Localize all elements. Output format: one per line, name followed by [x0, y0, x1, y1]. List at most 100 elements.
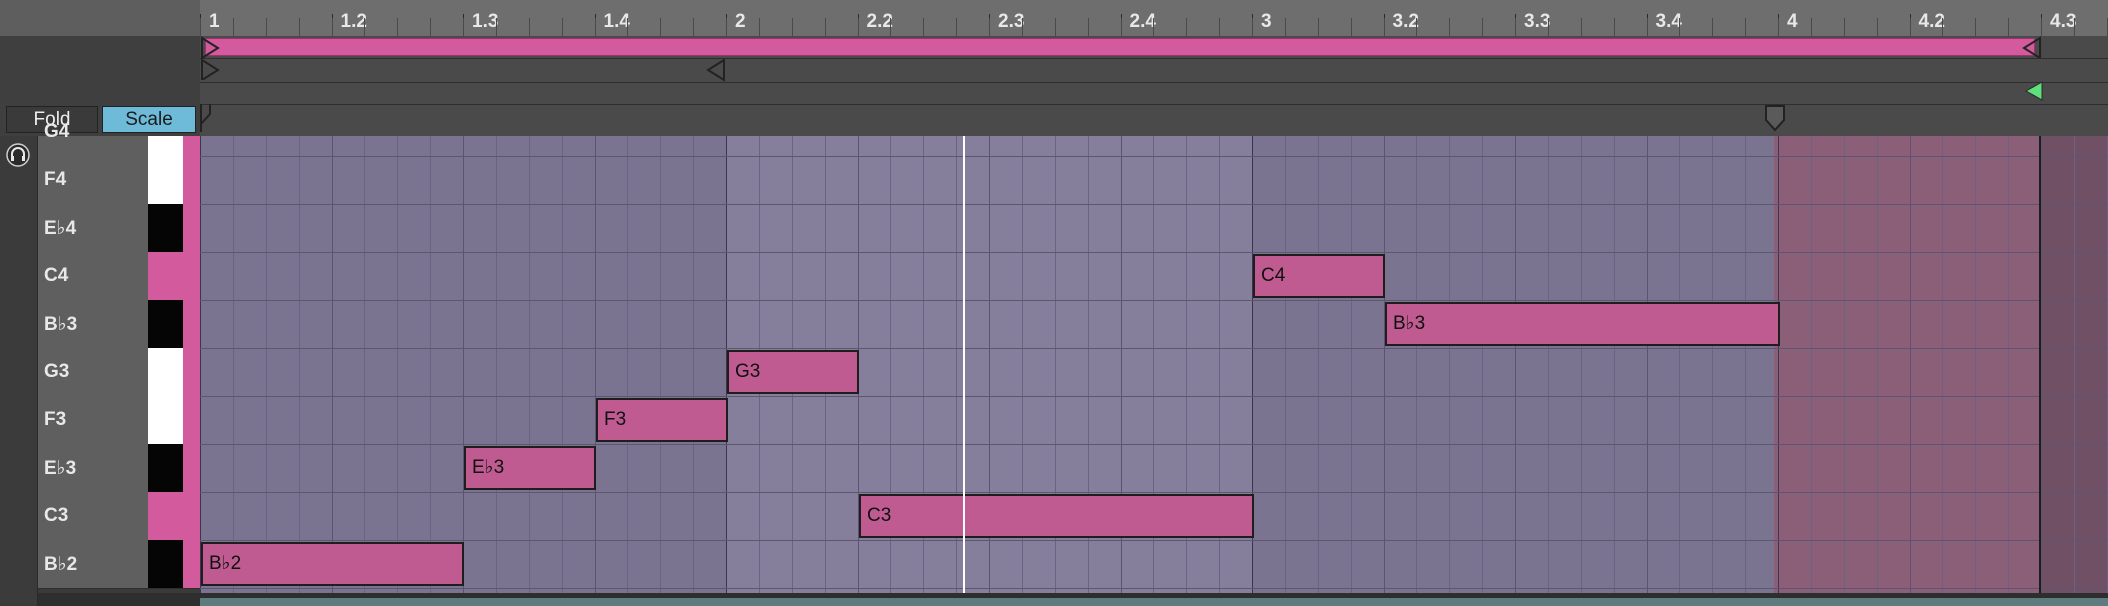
ruler-minor-tick	[1910, 18, 1911, 36]
ruler-minor-tick	[1942, 18, 1943, 36]
beat-ruler[interactable]: 1 1.2 1.3 1.4 2 2.2 2.3 2.4 3 3.2 3.3 3.4 4 4.2 4.3	[0, 0, 2108, 36]
ruler-label: 1.3	[472, 11, 499, 32]
piano-key[interactable]	[148, 204, 183, 253]
grid-line	[660, 136, 661, 596]
ruler-minor-tick	[1482, 18, 1483, 36]
position-marker-icon[interactable]	[1764, 104, 1786, 134]
end-marker-green-flag-icon[interactable]	[2022, 80, 2044, 102]
headphone-preview-icon[interactable]	[6, 143, 30, 167]
ruler-minor-tick	[693, 18, 694, 36]
scale-indicator	[183, 252, 200, 301]
grid-line	[1581, 136, 1582, 596]
key-row[interactable]: F3	[38, 396, 148, 445]
midi-note[interactable]: C3	[859, 494, 1254, 538]
midi-note[interactable]: B♭3	[1385, 302, 1780, 346]
marker-row-divider-2	[200, 104, 2108, 105]
grid-line	[1679, 136, 1680, 596]
loop-start-flag-icon[interactable]	[200, 36, 222, 80]
key-row[interactable]: E♭4	[38, 204, 148, 253]
midi-note[interactable]: C4	[1253, 254, 1385, 298]
grid-line	[332, 136, 333, 596]
ruler-minor-tick	[595, 18, 596, 36]
grid-line	[693, 136, 694, 596]
ruler-minor-tick	[759, 18, 760, 36]
grid-line	[1614, 136, 1615, 596]
loop-bar[interactable]	[205, 38, 2035, 56]
ruler-minor-tick	[923, 18, 924, 36]
key-label: B♭2	[44, 554, 78, 575]
ruler-label: 3.3	[1524, 11, 1551, 32]
ruler-minor-tick	[1449, 18, 1450, 36]
ruler-minor-tick	[1647, 18, 1648, 36]
ruler-minor-tick	[1844, 18, 1845, 36]
midi-note[interactable]: B♭2	[201, 542, 464, 586]
grid-line	[1515, 136, 1516, 596]
key-label: E♭4	[44, 218, 77, 239]
piano-key[interactable]	[148, 252, 183, 301]
grid-line	[200, 136, 201, 596]
ruler-minor-tick	[1252, 18, 1253, 36]
key-row[interactable]: G4	[38, 121, 148, 157]
row-line	[200, 348, 2108, 349]
row-line	[200, 156, 2108, 157]
clip-end-line	[2039, 136, 2041, 596]
ruler-label: 2.4	[1129, 11, 1156, 32]
grid-line	[1548, 136, 1549, 596]
ruler-minor-tick	[1285, 18, 1286, 36]
ruler-minor-tick	[1515, 18, 1516, 36]
grid-line	[463, 136, 464, 596]
piano-key[interactable]	[148, 300, 183, 349]
piano-key[interactable]	[148, 396, 183, 445]
key-row[interactable]: C3	[38, 492, 148, 541]
grid-line	[1877, 136, 1878, 596]
grid-line	[2041, 136, 2042, 596]
scale-indicator	[183, 156, 200, 205]
loop-end-flag-icon[interactable]	[2020, 36, 2042, 58]
ruler-label: 1	[209, 11, 220, 32]
piano-key[interactable]	[148, 348, 183, 397]
row-line	[200, 300, 2108, 301]
midi-note[interactable]: F3	[596, 398, 728, 442]
ruler-minor-tick	[1877, 18, 1878, 36]
note-grid[interactable]: B♭2 E♭3 F3 G3 C3 C4 B♭3	[200, 136, 2108, 596]
ruler-label: 2	[735, 11, 746, 32]
velocity-lane-strip	[200, 598, 2108, 606]
ruler-minor-tick	[825, 18, 826, 36]
piano-key[interactable]	[148, 492, 183, 541]
ruler-minor-tick	[956, 18, 957, 36]
ruler-minor-tick	[1712, 18, 1713, 36]
key-row[interactable]: E♭3	[38, 444, 148, 493]
piano-key[interactable]	[148, 156, 183, 205]
ruler-minor-tick	[1384, 18, 1385, 36]
start-marker-flag-icon[interactable]	[704, 58, 726, 82]
grid-line	[397, 136, 398, 596]
key-label: G4	[44, 121, 70, 142]
piano-key[interactable]	[148, 540, 183, 589]
ruler-minor-tick	[2008, 18, 2009, 36]
ruler-minor-tick	[1055, 18, 1056, 36]
key-row[interactable]: F4	[38, 156, 148, 205]
ruler-label: 2.2	[866, 11, 893, 32]
midi-note[interactable]: G3	[727, 350, 859, 394]
key-row[interactable]: B♭3	[38, 300, 148, 349]
ruler-minor-tick	[529, 18, 530, 36]
ruler-minor-tick	[1581, 18, 1582, 36]
ruler-minor-tick	[1679, 18, 1680, 36]
grid-line	[529, 136, 530, 596]
ruler-minor-tick	[2074, 18, 2075, 36]
ruler-label: 4.3	[2050, 11, 2077, 32]
key-row[interactable]: B♭2	[38, 540, 148, 589]
ruler-label: 1.4	[603, 11, 630, 32]
midi-note[interactable]: E♭3	[464, 446, 596, 490]
piano-key[interactable]	[148, 136, 183, 157]
scale-button[interactable]: Scale	[102, 106, 196, 133]
ruler-minor-tick	[200, 18, 201, 36]
piano-key[interactable]	[148, 444, 183, 493]
grid-line	[1975, 136, 1976, 596]
key-label: G3	[44, 361, 70, 382]
key-row[interactable]: G3	[38, 348, 148, 397]
grid-line	[1351, 136, 1352, 596]
marker-row-divider	[200, 82, 2108, 83]
key-row[interactable]: C4	[38, 252, 148, 301]
ruler-minor-tick	[1416, 18, 1417, 36]
